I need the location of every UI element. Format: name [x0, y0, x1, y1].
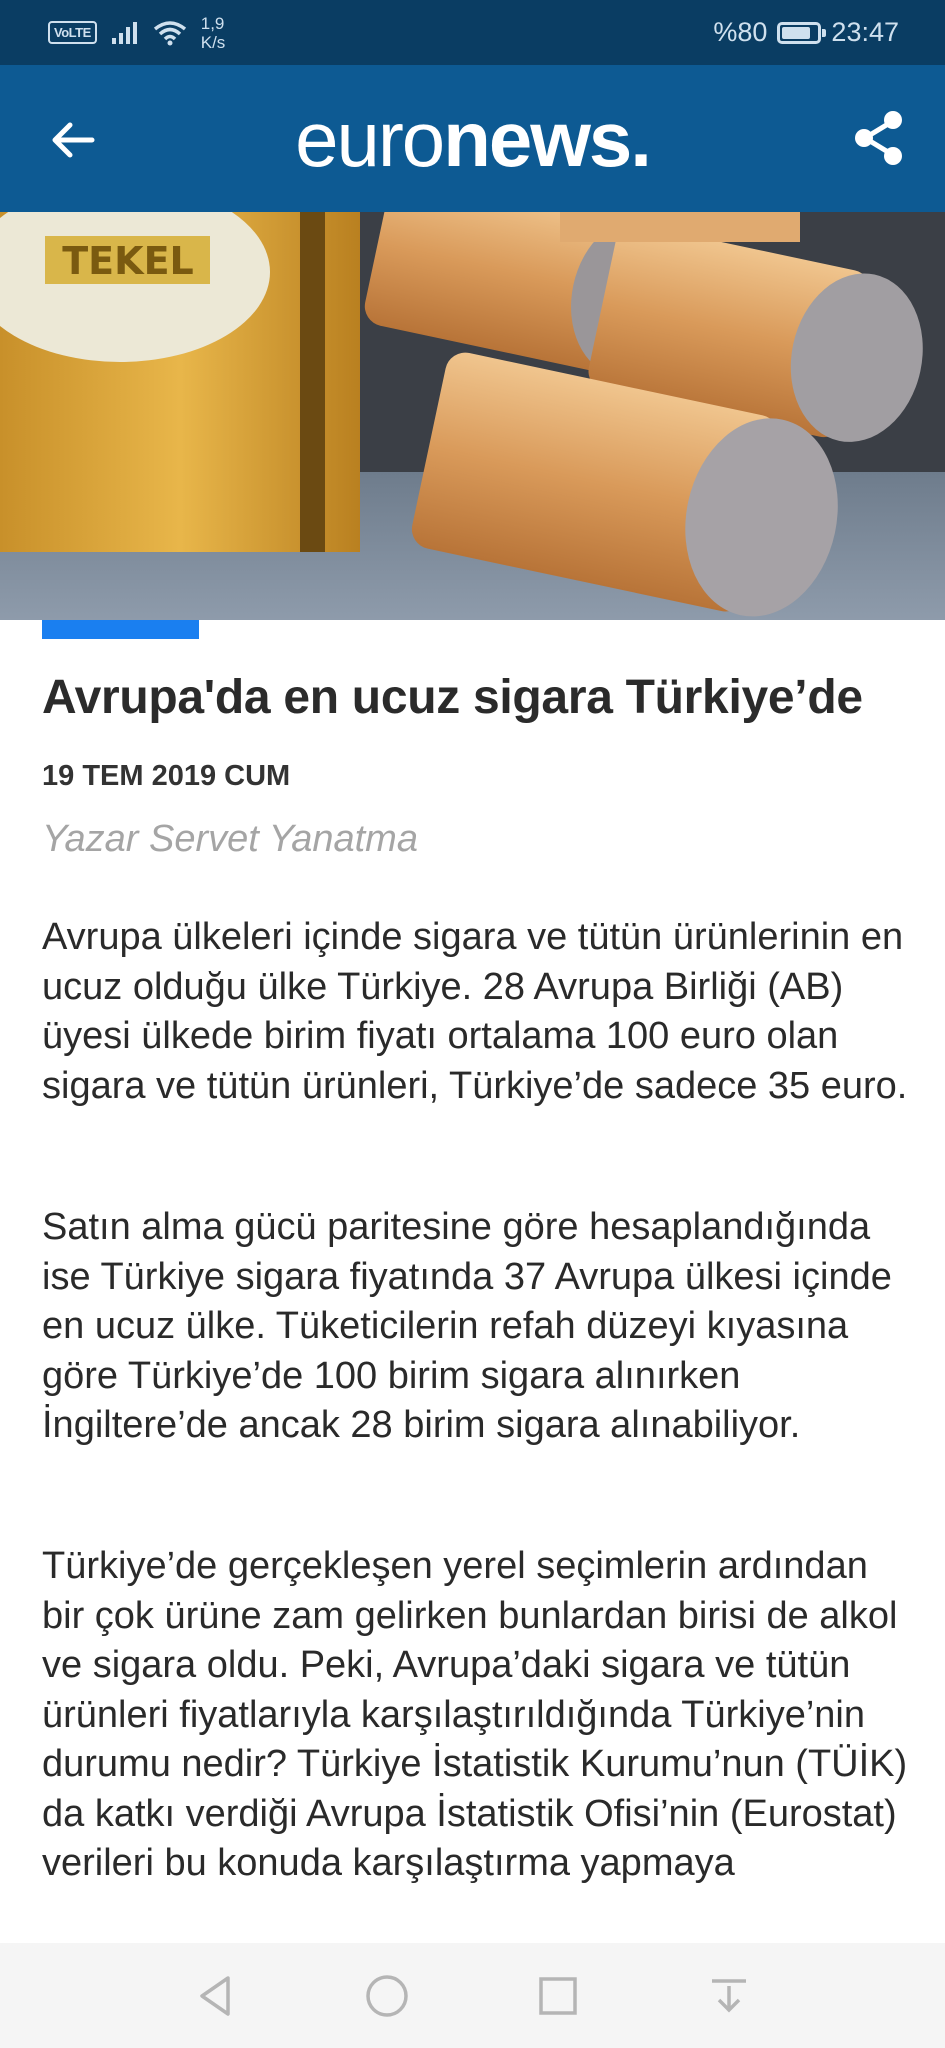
article-author: Yazar Servet Yanatma — [42, 818, 418, 860]
clock: 23:47 — [831, 17, 899, 47]
article-paragraph: Satın alma gücü paritesine göre hesaplan… — [42, 1206, 892, 1446]
logo-light-part: euro — [295, 94, 445, 183]
volte-badge: VoLTE — [48, 21, 97, 44]
recents-square-icon — [539, 1976, 577, 2015]
article-accent-bar — [42, 620, 199, 639]
nav-home-button[interactable] — [357, 1966, 417, 2026]
network-speed: 1,9 K/s — [201, 14, 226, 52]
system-nav-bar — [0, 1943, 945, 2048]
cigarettes-illustration: TEKEL — [0, 212, 945, 620]
battery-fill — [782, 26, 810, 39]
status-right: %80 23:47 — [713, 17, 899, 48]
share-icon — [855, 111, 902, 165]
tekel-brand-text: TEKEL — [62, 239, 194, 283]
article-paragraph: Avrupa ülkeleri içinde sigara ve tütün ü… — [42, 916, 908, 1107]
back-triangle-icon — [199, 1975, 230, 2016]
share-button[interactable] — [851, 109, 907, 167]
arrow-left-icon — [52, 122, 95, 158]
battery-icon — [777, 21, 827, 44]
speed-unit: K/s — [200, 32, 226, 52]
article-date: 19 TEM 2019 CUM — [42, 760, 291, 792]
back-button[interactable] — [48, 115, 98, 165]
euronews-logo: euronews. — [295, 100, 652, 178]
nav-recents-button[interactable] — [528, 1966, 588, 2026]
nav-back-button[interactable] — [186, 1966, 246, 2026]
app-bar: euronews. — [0, 65, 945, 212]
status-left: VoLTE 1,9 K/s — [48, 14, 225, 52]
notification-pull-icon — [712, 1978, 747, 2012]
wifi-icon — [153, 20, 186, 45]
speed-value: 1,9 — [200, 13, 225, 33]
battery-percent: %80 — [713, 17, 768, 47]
status-bar: VoLTE 1,9 K/s %80 23:47 — [0, 0, 945, 65]
signal-icon — [111, 21, 137, 44]
article-paragraph: Türkiye’de gerçekleşen yerel seçimlerin … — [42, 1545, 908, 1884]
nav-notification-button[interactable] — [699, 1966, 759, 2026]
home-circle-icon — [366, 1974, 408, 2017]
hero-image: TEKEL — [0, 212, 945, 620]
logo-bold-part: news. — [443, 94, 652, 183]
article-title: Avrupa'da en ucuz sigara Türkiye’de — [42, 671, 863, 724]
